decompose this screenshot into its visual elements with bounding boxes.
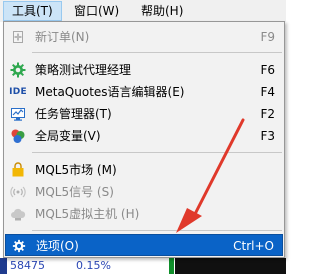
menu-item-mql5-virtual-hosting[interactable]: MQL5虚拟主机 (H) <box>5 203 283 225</box>
menu-window[interactable]: 窗口(W) <box>66 1 127 21</box>
menu-item-label: MetaQuotes语言编辑器(E) <box>35 85 185 99</box>
monitor-icon <box>10 106 26 122</box>
shopping-bag-icon <box>10 162 26 178</box>
new-order-icon <box>10 29 26 45</box>
signal-icon <box>10 184 26 200</box>
ide-icon-text: IDE <box>9 87 27 97</box>
menu-separator <box>32 152 282 153</box>
menu-item-metaquotes-editor[interactable]: IDE MetaQuotes语言编辑器(E) F4 <box>5 81 283 103</box>
menu-item-shortcut: F6 <box>260 63 275 77</box>
menu-item-global-variables[interactable]: 全局变量(V) F3 <box>5 125 283 147</box>
menu-item-mql5-market[interactable]: MQL5市场 (M) <box>5 159 283 181</box>
menu-item-strategy-tester-agents[interactable]: 策略测试代理经理 F6 <box>5 59 283 81</box>
menu-item-task-manager[interactable]: 任务管理器(T) F2 <box>5 103 283 125</box>
menu-item-label: 任务管理器(T) <box>35 107 112 121</box>
background-percent: 0.15% <box>76 259 111 272</box>
menu-item-shortcut: F3 <box>260 129 275 143</box>
variables-icon <box>10 128 26 144</box>
menu-item-shortcut: F2 <box>260 107 275 121</box>
menu-item-label: 新订单(N) <box>35 30 90 44</box>
menu-item-label: 策略测试代理经理 <box>35 63 132 77</box>
menu-item-new-order[interactable]: 新订单(N) F9 <box>5 26 283 48</box>
menu-tools[interactable]: 工具(T) <box>3 1 62 21</box>
background-chart-area <box>175 258 286 274</box>
menu-item-options[interactable]: 选项(O) Ctrl+O <box>5 234 283 256</box>
menu-item-label: MQL5市场 (M) <box>35 163 117 177</box>
menu-item-label: MQL5信号 (S) <box>35 185 114 199</box>
menu-separator <box>32 230 282 231</box>
ide-icon: IDE <box>9 84 27 100</box>
menu-help[interactable]: 帮助(H) <box>133 1 191 21</box>
settings-icon <box>11 238 27 254</box>
menu-item-shortcut: Ctrl+O <box>233 239 274 253</box>
background-value: 58475 <box>10 259 45 272</box>
menu-item-label: 全局变量(V) <box>35 129 101 143</box>
menu-item-label: MQL5虚拟主机 (H) <box>35 207 140 221</box>
gear-icon <box>10 62 26 78</box>
cloud-icon <box>10 206 26 222</box>
menu-item-mql5-signals[interactable]: MQL5信号 (S) <box>5 181 283 203</box>
menu-item-label: 选项(O) <box>36 239 79 253</box>
tools-dropdown-menu: 新订单(N) F9 策略测试代理经理 F6 IDE MetaQuotes语言编辑… <box>3 21 285 258</box>
background-left-edge <box>0 258 7 274</box>
menu-bar: 工具(T) 窗口(W) 帮助(H) <box>0 0 286 22</box>
menu-separator <box>32 52 282 53</box>
menu-item-shortcut: F4 <box>260 85 275 99</box>
menu-item-shortcut: F9 <box>260 30 275 44</box>
background-green-bar <box>169 258 174 274</box>
